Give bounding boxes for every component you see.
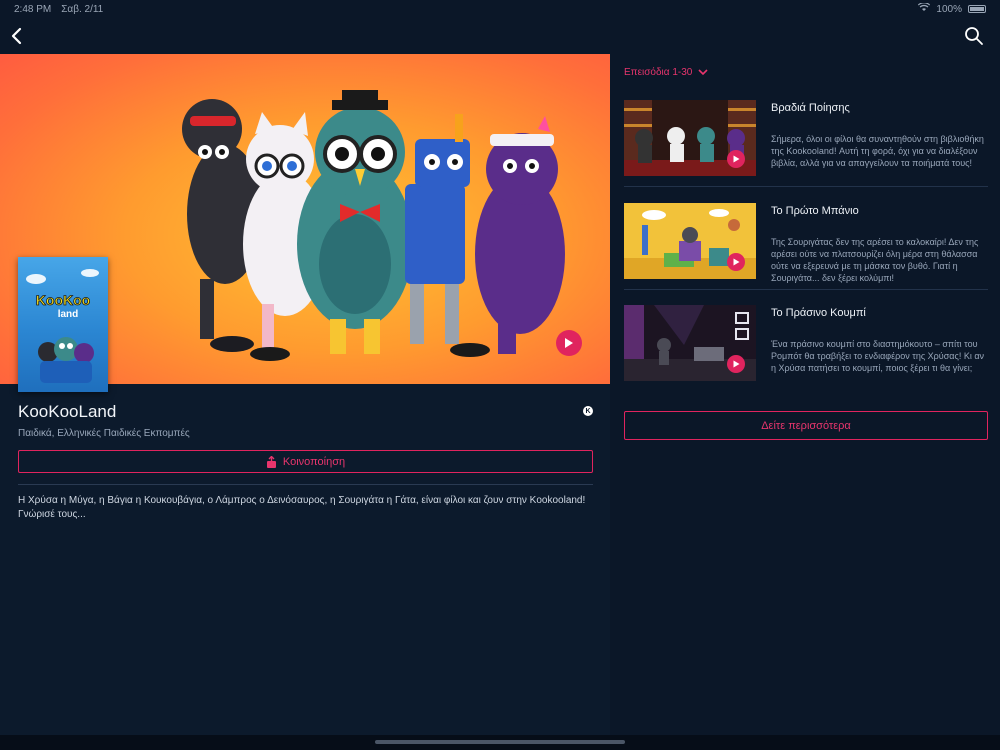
play-icon [733,360,739,368]
share-icon [266,455,276,468]
share-label: Κοινοποίηση [282,455,346,468]
status-bar: 2:48 PM Σαβ. 2/11 100% [0,0,1000,18]
poster-logo-line2: land [58,309,79,320]
show-title: KooKooLand [18,402,117,421]
episode-description: Ένα πράσινο κουμπί στο διαστημόκουτο – σ… [771,339,985,373]
episode-play-button[interactable] [727,253,745,271]
back-button[interactable] [6,22,26,50]
episode-play-button[interactable] [727,150,745,168]
show-poster: KooKoo land [18,257,108,392]
play-icon [733,155,739,163]
episode-title: Το Πράσινο Κουμπί [771,307,866,319]
episode-thumbnail [624,100,756,176]
see-more-label: Δείτε περισσότερα [761,419,851,432]
divider [624,289,988,290]
wifi-icon [918,2,931,15]
divider [624,186,988,187]
play-icon [733,258,739,266]
episode-item[interactable]: Το Πρώτο Μπάνιο Της Σουριγάτας δεν της α… [624,203,988,298]
poster-illustration: KooKoo land [26,269,99,383]
show-details-pane: KooKoo land KooKooLand K Παιδικά, Ελληνι… [0,54,610,735]
age-rating-badge: K [583,406,593,416]
episode-title: Το Πρώτο Μπάνιο [771,205,859,217]
hero-play-button[interactable] [556,330,582,356]
top-bar [0,18,1000,54]
battery-percent: 100% [936,3,962,15]
episodes-range-label: Επεισόδια 1-30 [624,67,693,78]
show-description: Η Χρύσα η Μύγα, η Βάγια η Κουκουβάγια, ο… [18,495,586,520]
episode-thumbnail [624,203,756,279]
see-more-button[interactable]: Δείτε περισσότερα [624,411,988,440]
home-indicator[interactable] [375,740,625,744]
search-icon [965,27,983,45]
poster-logo-line1: KooKoo [36,292,90,308]
battery-icon [968,5,986,13]
search-button[interactable] [962,24,986,48]
status-time: 2:48 PM [14,3,52,15]
episodes-pane: Επεισόδια 1-30 Βραδιά Ποίησης Σήμερα, όλ [610,54,1000,735]
episode-title: Βραδιά Ποίησης [771,102,850,114]
episode-play-button[interactable] [727,355,745,373]
episode-description: Σήμερα, όλοι οι φίλοι θα συναντηθούν στη… [771,134,984,168]
episode-item[interactable]: Βραδιά Ποίησης Σήμερα, όλοι οι φίλοι θα … [624,100,988,195]
chevron-down-icon [698,69,708,76]
episodes-range-dropdown[interactable]: Επεισόδια 1-30 [624,67,708,78]
play-icon [565,338,573,348]
divider [18,484,593,485]
episode-thumbnail [624,305,756,381]
episode-item[interactable]: Το Πράσινο Κουμπί Ένα πράσινο κουμπί στο… [624,305,988,400]
share-button[interactable]: Κοινοποίηση [18,450,593,473]
status-date: Σαβ. 2/11 [61,3,104,15]
chevron-left-icon [11,27,22,45]
episode-description: Της Σουριγάτας δεν της αρέσει το καλοκαί… [771,237,979,283]
show-genre: Παιδικά, Ελληνικές Παιδικές Εκπομπές [18,428,190,439]
